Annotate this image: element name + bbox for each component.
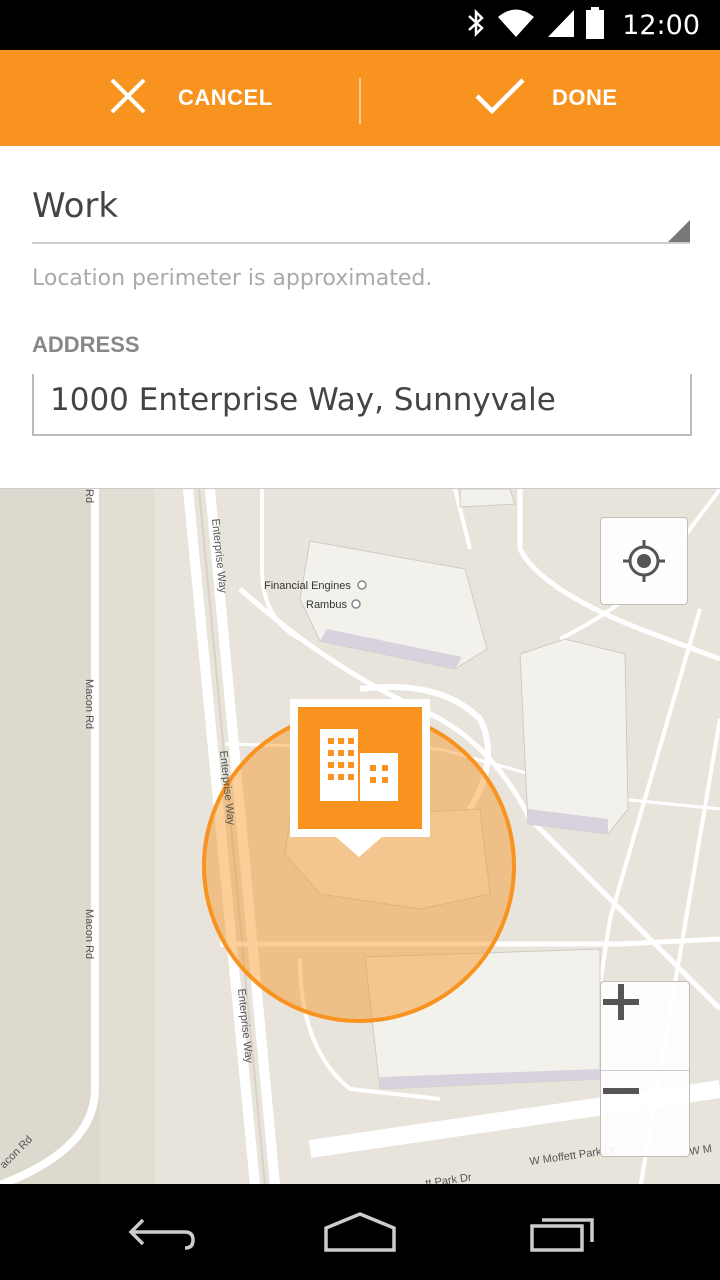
cancel-label: CANCEL <box>178 85 273 110</box>
back-button[interactable] <box>110 1200 210 1264</box>
helper-text: Location perimeter is approximated. <box>32 266 433 291</box>
plus-icon <box>603 984 639 1020</box>
location-marker[interactable] <box>290 699 430 857</box>
back-icon <box>128 1218 195 1250</box>
poi-financial-engines: Financial Engines <box>264 580 351 592</box>
poi-dot-icon <box>357 580 367 590</box>
recents-button[interactable] <box>513 1200 613 1264</box>
checkmark-icon <box>474 76 526 121</box>
close-icon <box>108 76 148 121</box>
crosshair-icon <box>623 540 665 582</box>
battery-icon <box>586 6 605 44</box>
done-button[interactable]: DONE <box>474 50 618 146</box>
action-bar-divider <box>359 78 361 124</box>
address-label: ADDRESS <box>32 332 140 357</box>
zoom-controls <box>600 981 690 1157</box>
cancel-button[interactable]: CANCEL <box>108 50 273 146</box>
street-label-macon-rd-lower: Macon Rd <box>83 909 95 959</box>
zoom-out-button[interactable] <box>601 1070 689 1157</box>
place-name-spinner[interactable]: Work <box>32 186 690 244</box>
street-label-rd-top: Rd <box>83 489 95 503</box>
zoom-in-button[interactable] <box>601 982 689 1068</box>
poi-rambus: Rambus <box>306 599 347 611</box>
minus-icon <box>603 1088 639 1094</box>
street-label-w-moffett-partial: W M <box>689 1143 713 1158</box>
street-label-park-dr-partial: tt Park Dr <box>425 1172 473 1185</box>
status-bar: 12:00 <box>0 0 720 50</box>
spinner-arrow-icon <box>668 220 690 242</box>
street-label-macon-rd-upper: Macon Rd <box>83 679 95 729</box>
map-view[interactable]: Enterprise Way Enterprise Way Enterprise… <box>0 488 720 1185</box>
address-input[interactable]: 1000 Enterprise Way, Sunnyvale <box>32 374 692 436</box>
address-value: 1000 Enterprise Way, Sunnyvale <box>50 382 556 418</box>
bluetooth-icon <box>466 8 486 43</box>
done-label: DONE <box>552 85 618 110</box>
recents-icon <box>530 1218 594 1252</box>
location-form: Work Location perimeter is approximated.… <box>0 146 720 488</box>
action-bar: CANCEL DONE <box>0 50 720 146</box>
home-icon <box>324 1212 396 1252</box>
navigation-bar <box>0 1184 720 1280</box>
home-button[interactable] <box>310 1200 410 1264</box>
wifi-icon <box>496 8 536 43</box>
signal-icon <box>546 8 576 43</box>
place-name-value: Work <box>32 186 119 226</box>
my-location-button[interactable] <box>600 517 688 605</box>
poi-dot-icon <box>351 599 361 609</box>
status-time: 12:00 <box>622 9 700 41</box>
